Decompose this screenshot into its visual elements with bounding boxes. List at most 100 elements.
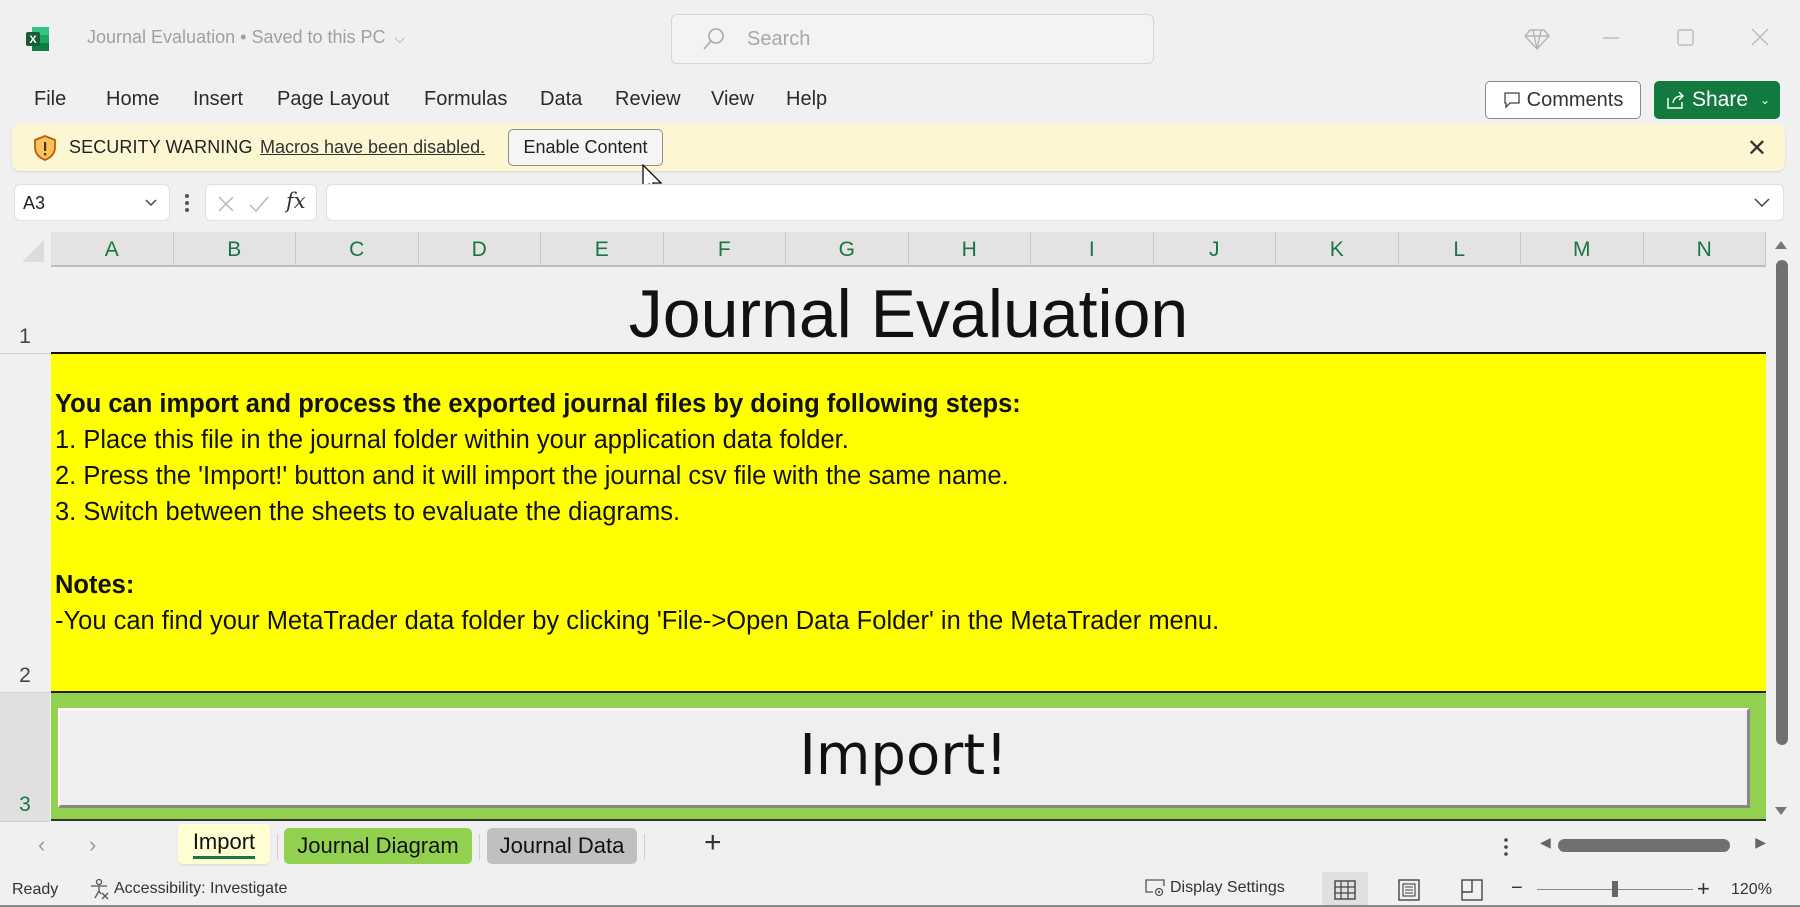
column-header-g[interactable]: G [786,232,909,267]
row-header-3[interactable]: 3 [0,693,50,822]
expand-formula-bar-icon[interactable] [1753,195,1771,211]
document-title[interactable]: Journal Evaluation • Saved to this PC ⌵ [87,27,405,48]
scroll-left-icon[interactable]: ◀ [1540,834,1551,851]
column-header-n[interactable]: N [1643,232,1766,267]
accessibility-label: Accessibility: Investigate [114,880,288,897]
next-sheet-icon[interactable]: › [89,832,96,858]
display-settings-button[interactable]: Display Settings [1144,878,1285,898]
macros-disabled-link[interactable]: Macros have been disabled. [260,137,485,158]
search-input[interactable]: Search [671,14,1154,64]
chevron-down-icon: ⌵ [394,30,406,46]
column-header-h[interactable]: H [908,232,1031,267]
tab-file[interactable]: File [34,88,66,111]
insert-function-icon[interactable]: fx [286,189,306,213]
scroll-up-icon[interactable] [1775,240,1787,250]
normal-view-button[interactable] [1322,872,1368,907]
tab-view[interactable]: View [711,88,754,111]
column-header-a[interactable]: A [51,232,174,267]
sheet-tab-import[interactable]: Import [178,824,270,864]
close-window-icon[interactable] [1745,22,1775,52]
previous-sheet-icon[interactable]: ‹ [38,832,45,858]
formula-input[interactable] [326,184,1784,221]
column-header-l[interactable]: L [1398,232,1521,267]
tab-insert[interactable]: Insert [193,88,243,111]
page-layout-view-button[interactable] [1386,872,1432,907]
accessibility-status[interactable]: Accessibility: Investigate [88,878,287,900]
name-box-value: A3 [23,193,46,213]
title-cell[interactable]: Journal Evaluation [51,267,1766,354]
excel-logo-icon: X [26,27,49,51]
column-header-j[interactable]: J [1153,232,1276,267]
display-settings-icon [1145,879,1165,897]
comment-icon [1503,92,1520,109]
import-button[interactable]: Import! [58,708,1750,808]
column-header-d[interactable]: D [418,232,541,267]
shield-warning-icon [34,135,56,161]
tab-home[interactable]: Home [106,88,159,111]
close-security-bar-icon[interactable]: ✕ [1747,134,1767,163]
select-all-corner[interactable] [0,232,50,267]
horizontal-scrollbar[interactable]: ◀ ▶ [1538,834,1770,856]
row-header-2[interactable]: 2 [0,354,50,693]
sheet-tab-journal-diagram[interactable]: Journal Diagram [284,828,472,864]
scroll-right-icon[interactable]: ▶ [1755,834,1766,851]
security-warning-title: SECURITY WARNING [69,137,253,157]
zoom-slider-thumb[interactable] [1612,881,1618,897]
share-dropdown-icon[interactable]: ⌄ [1760,93,1770,107]
maximize-icon[interactable] [1670,22,1700,52]
tab-data[interactable]: Data [540,88,582,111]
horizontal-scroll-thumb[interactable] [1558,839,1730,852]
cancel-icon[interactable] [216,194,236,214]
sheet-tab-journal-data[interactable]: Journal Data [487,828,637,864]
more-options-icon[interactable] [1503,836,1509,858]
zoom-level[interactable]: 120% [1731,881,1772,899]
document-name: Journal Evaluation [87,27,236,47]
share-icon [1667,91,1684,109]
tab-page-layout[interactable]: Page Layout [277,88,389,111]
column-header-b[interactable]: B [173,232,296,267]
zoom-in-button[interactable]: + [1697,876,1710,902]
vertical-scroll-thumb[interactable] [1776,260,1788,745]
scroll-down-icon[interactable] [1775,806,1787,816]
search-placeholder: Search [747,28,811,50]
tab-help[interactable]: Help [786,88,827,111]
enter-check-icon[interactable] [248,194,270,214]
formula-controls: fx [205,184,317,221]
page-break-view-button[interactable] [1449,872,1495,907]
minimize-icon[interactable] [1596,22,1626,52]
note-item: -You can find your MetaTrader data folde… [55,607,1220,635]
import-row: Import! [51,693,1766,821]
enable-content-button[interactable]: Enable Content [508,129,663,166]
comments-button[interactable]: Comments [1485,81,1641,119]
vertical-scrollbar[interactable] [1770,232,1792,822]
comments-label: Comments [1526,88,1624,111]
instruction-step: 2. Press the 'Import!' button and it wil… [55,462,1009,490]
more-options-icon[interactable] [184,192,190,214]
instructions-cell[interactable]: You can import and process the exported … [51,354,1766,693]
page-layout-view-icon [1398,878,1420,901]
column-header-k[interactable]: K [1276,232,1399,267]
svg-text:X: X [29,34,37,46]
name-box[interactable]: A3 [14,184,170,221]
share-button[interactable]: Share ⌄ [1654,81,1780,119]
notes-heading: Notes: [55,571,135,599]
tab-formulas[interactable]: Formulas [424,88,507,111]
instructions-heading: You can import and process the exported … [55,390,1021,418]
tab-review[interactable]: Review [615,88,681,111]
normal-view-icon [1334,879,1356,900]
premium-diamond-icon[interactable] [1522,22,1552,52]
add-sheet-icon[interactable]: + [704,826,722,860]
share-label: Share [1692,88,1749,111]
column-header-e[interactable]: E [541,232,664,267]
column-header-i[interactable]: I [1031,232,1154,267]
chevron-down-icon[interactable] [143,194,159,210]
spreadsheet-grid[interactable]: ABCDEFGHIJKLMN 1 2 3 Journal Evaluation … [0,232,1770,822]
display-settings-label: Display Settings [1170,879,1285,896]
sheet-title: Journal Evaluation [628,276,1189,352]
column-header-f[interactable]: F [663,232,786,267]
zoom-out-button[interactable]: − [1511,877,1523,900]
instruction-step: 3. Switch between the sheets to evaluate… [55,498,681,526]
column-header-m[interactable]: M [1521,232,1644,267]
column-header-c[interactable]: C [296,232,419,267]
row-header-1[interactable]: 1 [0,267,50,354]
